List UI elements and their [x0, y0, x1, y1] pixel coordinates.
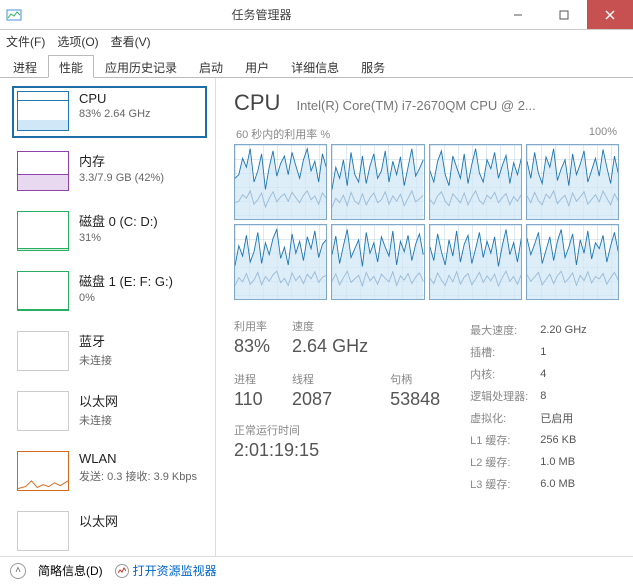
minimize-button[interactable]: [495, 0, 541, 29]
app-icon: [6, 7, 22, 23]
thread-value: 2087: [292, 389, 368, 410]
cpu-thumb-icon: [17, 91, 69, 131]
cpu-core-chart-2: [429, 144, 522, 220]
cpu-spec-table: 最大速度:2.20 GHz 插槽:1 内核:4 逻辑处理器:8 虚拟化:已启用 …: [468, 318, 599, 496]
sidebar-item-sub: 3.3/7.9 GB (42%): [79, 172, 164, 184]
proc-label: 进程: [234, 371, 270, 387]
cpu-core-chart-1: [331, 144, 424, 220]
sidebar-item-sub: 83% 2.64 GHz: [79, 108, 151, 120]
util-value: 83%: [234, 336, 270, 357]
menu-file[interactable]: 文件(F): [6, 33, 45, 50]
titlebar: 任务管理器: [0, 0, 633, 30]
sidebar-item-sub: 未连接: [79, 412, 118, 428]
memory-thumb-icon: [17, 151, 69, 191]
chevron-up-icon[interactable]: ˄: [10, 563, 26, 579]
sidebar-item-label: WLAN: [79, 451, 197, 466]
window-title: 任务管理器: [28, 6, 495, 23]
main-pane: CPU Intel(R) Core(TM) i7-2670QM CPU @ 2.…: [216, 78, 633, 556]
tab-app-history[interactable]: 应用历史记录: [94, 55, 188, 78]
menubar: 文件(F) 选项(O) 查看(V): [0, 30, 633, 52]
sidebar-item-wlan[interactable]: WLAN 发送: 0.3 接收: 3.9 Kbps: [12, 446, 207, 498]
chart-label-left: 60 秒内的利用率 %: [236, 126, 330, 142]
sidebar-item-label: 磁盘 1 (E: F: G:): [79, 271, 173, 290]
chart-label-right: 100%: [589, 126, 617, 142]
cpu-core-chart-0: [234, 144, 327, 220]
ethernet-thumb-icon: [17, 391, 69, 431]
wlan-thumb-icon: [17, 451, 69, 491]
bluetooth-thumb-icon: [17, 331, 69, 371]
sidebar-item-label: 以太网: [79, 511, 118, 530]
menu-options[interactable]: 选项(O): [57, 33, 98, 50]
sidebar: CPU 83% 2.64 GHz 内存 3.3/7.9 GB (42%) 磁盘 …: [0, 78, 216, 556]
cpu-model: Intel(R) Core(TM) i7-2670QM CPU @ 2...: [296, 98, 619, 113]
handle-value: 53848: [390, 389, 440, 410]
sidebar-item-bluetooth[interactable]: 蓝牙 未连接: [12, 326, 207, 378]
sidebar-item-sub: 0%: [79, 292, 173, 304]
disk-thumb-icon: [17, 271, 69, 311]
sidebar-item-sub: 未连接: [79, 352, 112, 368]
util-label: 利用率: [234, 318, 270, 334]
sidebar-item-ethernet2[interactable]: 以太网: [12, 506, 207, 556]
tab-details[interactable]: 详细信息: [280, 55, 350, 78]
speed-label: 速度: [292, 318, 368, 334]
cpu-core-grid[interactable]: [234, 144, 619, 300]
speed-value: 2.64 GHz: [292, 336, 368, 357]
tab-performance[interactable]: 性能: [48, 55, 94, 78]
sidebar-item-sub: 31%: [79, 232, 158, 244]
close-button[interactable]: [587, 0, 633, 29]
uptime-value: 2:01:19:15: [234, 440, 440, 461]
uptime-label: 正常运行时间: [234, 422, 440, 438]
sidebar-item-label: 以太网: [79, 391, 118, 410]
page-title: CPU: [234, 90, 280, 116]
footer: ˄ 简略信息(D) 打开资源监视器: [0, 556, 633, 584]
sidebar-item-cpu[interactable]: CPU 83% 2.64 GHz: [12, 86, 207, 138]
ethernet-thumb-icon: [17, 511, 69, 551]
tab-startup[interactable]: 启动: [188, 55, 234, 78]
cpu-core-chart-5: [331, 224, 424, 300]
cpu-core-chart-6: [429, 224, 522, 300]
disk-thumb-icon: [17, 211, 69, 251]
tab-users[interactable]: 用户: [234, 55, 280, 78]
sidebar-item-sub: 发送: 0.3 接收: 3.9 Kbps: [79, 468, 197, 484]
tabstrip: 进程 性能 应用历史记录 启动 用户 详细信息 服务: [0, 54, 633, 78]
fewer-details-button[interactable]: 简略信息(D): [38, 562, 103, 579]
handle-label: 句柄: [390, 371, 440, 387]
tab-processes[interactable]: 进程: [2, 55, 48, 78]
tab-services[interactable]: 服务: [350, 55, 396, 78]
sidebar-item-label: 蓝牙: [79, 331, 112, 350]
cpu-core-chart-7: [526, 224, 619, 300]
sidebar-item-label: CPU: [79, 91, 151, 106]
sidebar-item-disk1[interactable]: 磁盘 1 (E: F: G:) 0%: [12, 266, 207, 318]
menu-view[interactable]: 查看(V): [111, 33, 151, 50]
maximize-button[interactable]: [541, 0, 587, 29]
sidebar-item-memory[interactable]: 内存 3.3/7.9 GB (42%): [12, 146, 207, 198]
sidebar-item-label: 磁盘 0 (C: D:): [79, 211, 158, 230]
sidebar-item-disk0[interactable]: 磁盘 0 (C: D:) 31%: [12, 206, 207, 258]
resource-monitor-icon: [115, 564, 129, 578]
proc-value: 110: [234, 389, 270, 410]
cpu-core-chart-4: [234, 224, 327, 300]
open-resource-monitor-link[interactable]: 打开资源监视器: [115, 562, 217, 579]
sidebar-item-label: 内存: [79, 151, 164, 170]
sidebar-item-ethernet[interactable]: 以太网 未连接: [12, 386, 207, 438]
cpu-core-chart-3: [526, 144, 619, 220]
window-controls: [495, 0, 633, 29]
thread-label: 线程: [292, 371, 368, 387]
